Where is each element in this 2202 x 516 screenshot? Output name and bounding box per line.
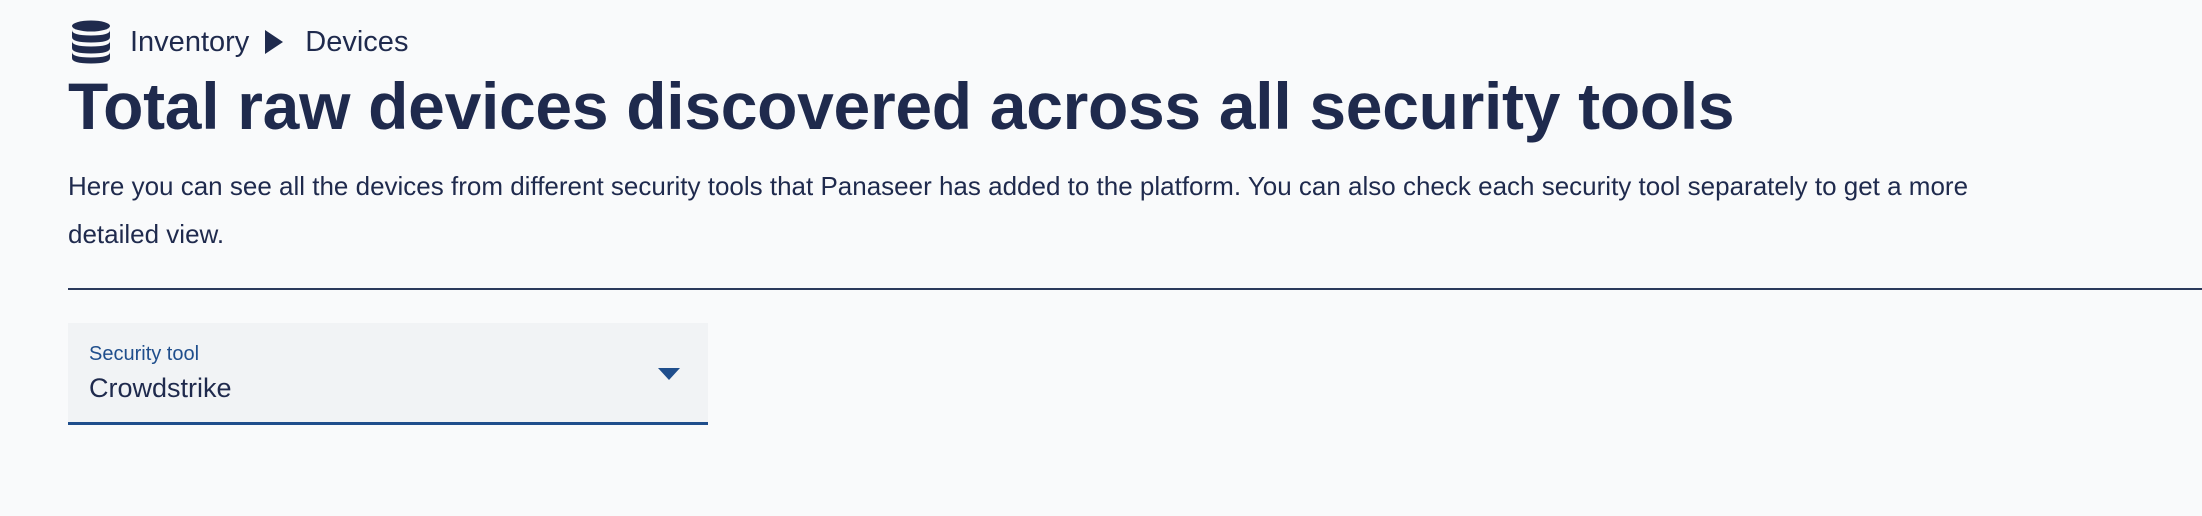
page: Inventory Devices Total raw devices disc… — [68, 0, 2202, 516]
page-title: Total raw devices discovered across all … — [68, 69, 1735, 143]
breadcrumb-inventory[interactable]: Inventory — [130, 20, 249, 64]
page-description: Here you can see all the devices from di… — [68, 171, 1969, 249]
security-tool-select[interactable]: Security tool Crowdstrike — [68, 323, 708, 425]
breadcrumb-devices: Devices — [305, 26, 409, 58]
divider — [68, 288, 2202, 290]
triangle-right-icon — [265, 30, 284, 54]
chevron-down-icon[interactable] — [658, 367, 680, 380]
breadcrumb: Inventory Devices — [70, 20, 408, 64]
security-tool-label: Security tool — [89, 343, 200, 365]
security-tool-value: Crowdstrike — [89, 373, 232, 403]
database-icon — [70, 20, 112, 64]
